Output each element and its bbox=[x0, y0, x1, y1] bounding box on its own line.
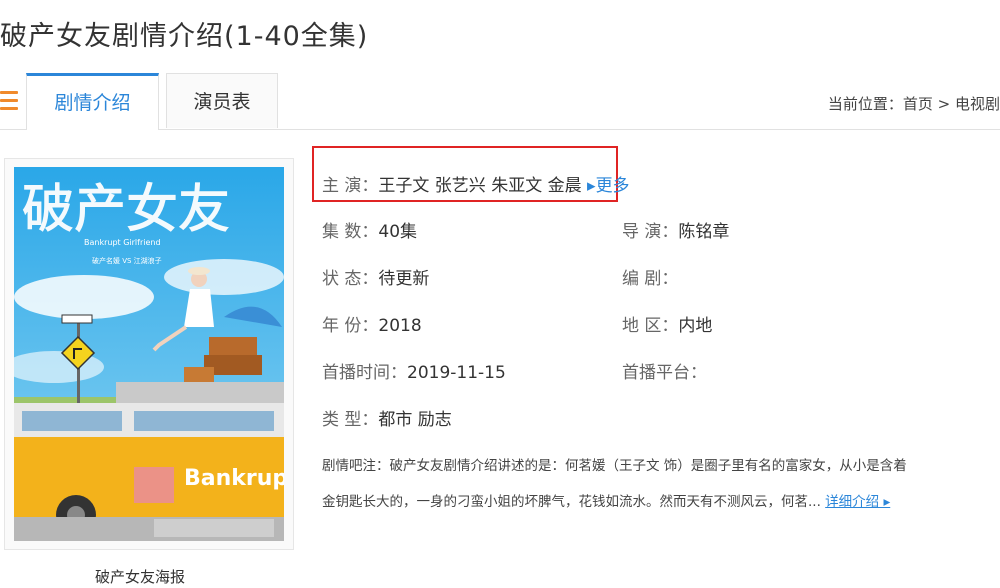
genre-value[interactable]: 都市 励志 bbox=[378, 410, 451, 430]
poster-van-text: Bankrup bbox=[184, 466, 284, 491]
genre-label: 类 型： bbox=[322, 410, 379, 430]
platform-label: 首播平台： bbox=[622, 363, 707, 383]
cast-row: 主 演：王子文 张艺兴 朱亚文 金晨 ▸更多 bbox=[322, 176, 630, 196]
poster-image[interactable]: 破产女友 Bankrupt Girlfriend 破产名媛 VS 江湖浪子 Ba… bbox=[14, 167, 284, 541]
more-cast-link[interactable]: 更多 bbox=[596, 176, 630, 196]
episodes-label: 集 数： bbox=[322, 222, 379, 242]
poster-tagline: 破产名媛 VS 江湖浪子 bbox=[92, 256, 162, 265]
poster-subtitle-en: Bankrupt Girlfriend bbox=[84, 238, 161, 247]
synopsis-line-2-text: 金钥匙长大的，一身的刁蛮小姐的坏脾气，花钱如流水。然而天有不测风云，何茗... bbox=[322, 494, 821, 510]
episodes-row: 集 数：40集 bbox=[322, 217, 417, 242]
status-value: 待更新 bbox=[378, 269, 430, 289]
premiere-value: 2019-11-15 bbox=[407, 363, 506, 383]
tab-plot[interactable]: 剧情介绍 bbox=[26, 73, 159, 130]
director-row: 导 演：陈铭章 bbox=[622, 217, 729, 242]
poster-frame: 破产女友 Bankrupt Girlfriend 破产名媛 VS 江湖浪子 Ba… bbox=[4, 158, 294, 550]
synopsis-line-2: 金钥匙长大的，一身的刁蛮小姐的坏脾气，花钱如流水。然而天有不测风云，何茗... … bbox=[322, 490, 890, 510]
year-label: 年 份： bbox=[322, 316, 379, 336]
breadcrumb-current[interactable]: 电视剧 bbox=[955, 95, 1000, 113]
premiere-row: 首播时间：2019-11-15 bbox=[322, 358, 506, 383]
breadcrumb-sep: > bbox=[932, 95, 955, 113]
breadcrumb-home[interactable]: 首页 bbox=[903, 95, 933, 113]
poster-title-art: 破产女友 bbox=[22, 180, 230, 240]
region-value: 内地 bbox=[678, 316, 713, 336]
director-label: 导 演： bbox=[622, 222, 679, 242]
status-label: 状 态： bbox=[322, 269, 379, 289]
director-value[interactable]: 陈铭章 bbox=[678, 222, 729, 242]
writer-label: 编 剧： bbox=[622, 269, 679, 289]
year-value: 2018 bbox=[378, 316, 422, 336]
page-title: 破产女友剧情介绍(1-40全集) bbox=[0, 21, 369, 52]
synopsis-line-1: 剧情吧注：破产女友剧情介绍讲述的是：何茗媛（王子文 饰）是圈子里有名的富家女，从… bbox=[322, 458, 907, 474]
platform-row: 首播平台： bbox=[622, 358, 707, 383]
writer-row: 编 剧： bbox=[622, 264, 678, 289]
episodes-value: 40集 bbox=[378, 222, 418, 242]
premiere-label: 首播时间： bbox=[322, 363, 407, 383]
poster-caption: 破产女友海报 bbox=[95, 568, 186, 586]
cast-label: 主 演： bbox=[322, 176, 379, 196]
cast-value[interactable]: 王子文 张艺兴 朱亚文 金晨 bbox=[378, 176, 581, 196]
genre-row: 类 型：都市 励志 bbox=[322, 405, 452, 430]
breadcrumb-prefix: 当前位置： bbox=[827, 95, 903, 113]
menu-icon[interactable] bbox=[0, 91, 18, 111]
breadcrumb: 当前位置：首页 > 电视剧 bbox=[828, 93, 1000, 114]
year-row: 年 份：2018 bbox=[322, 311, 422, 336]
detail-link[interactable]: 详细介绍 ▸ bbox=[825, 494, 890, 510]
tab-cast[interactable]: 演员表 bbox=[166, 73, 278, 128]
status-row: 状 态：待更新 bbox=[322, 264, 429, 289]
region-label: 地 区： bbox=[622, 316, 679, 336]
region-row: 地 区：内地 bbox=[622, 311, 712, 336]
